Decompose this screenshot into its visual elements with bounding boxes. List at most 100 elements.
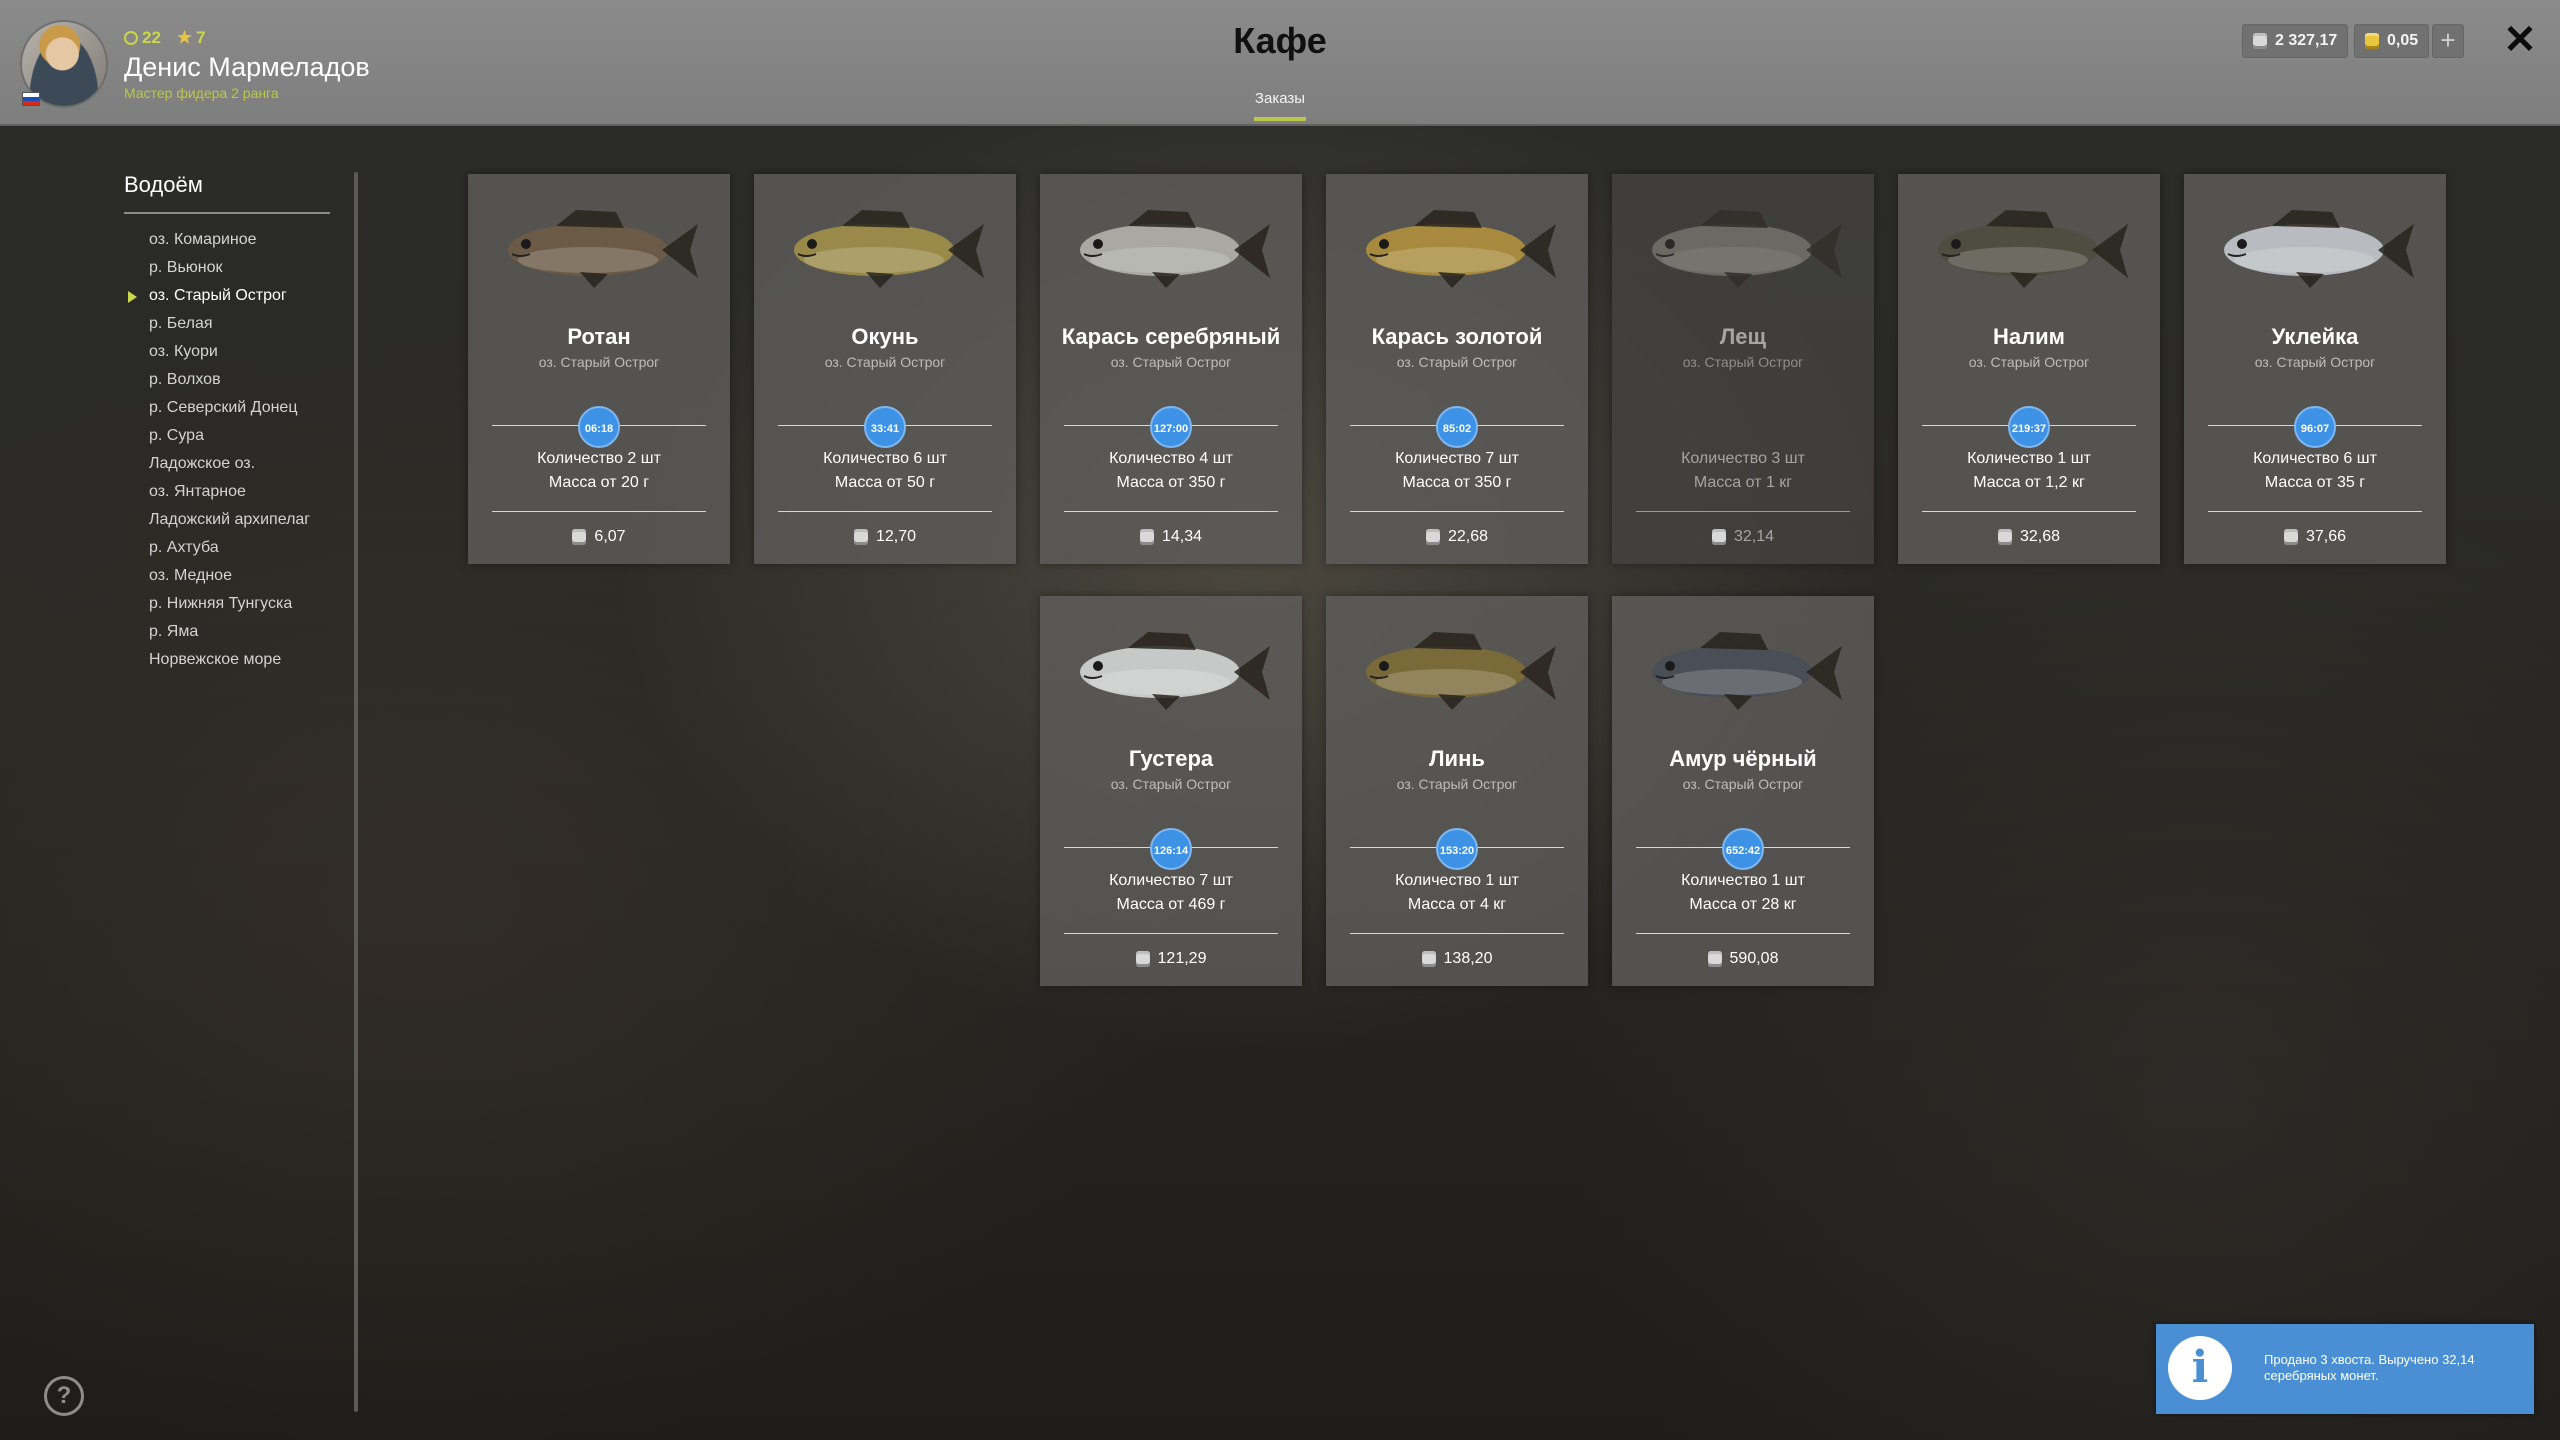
fish-name: Линь [1429, 746, 1485, 771]
order-card[interactable]: Карась золотой оз. Старый Острог 85:02 Коли… [1326, 174, 1588, 564]
tench-fish-icon [1342, 618, 1572, 718]
help-button[interactable]: ? [44, 1376, 84, 1416]
order-timer: 652:42 [1722, 828, 1764, 870]
order-card[interactable]: Амур чёрный оз. Старый Острог 652:42 Количе… [1612, 596, 1874, 986]
divider [492, 511, 706, 512]
info-icon: i [2168, 1336, 2232, 1400]
silver-amount: 2 327,17 [2275, 32, 2338, 49]
order-reward: 121,29 [1040, 950, 1302, 968]
fish-min-mass: Масса от 50 г [834, 474, 936, 491]
reward-amount: 6,07 [594, 528, 626, 545]
fish-name: Амур чёрный [1669, 746, 1817, 771]
fish-min-mass: Масса от 28 кг [1689, 896, 1797, 913]
gold-coin-icon [2365, 33, 2379, 49]
order-card[interactable]: Налим оз. Старый Острог 219:37 Количество 1… [1898, 174, 2160, 564]
divider [1636, 511, 1850, 512]
order-reward: 32,68 [1898, 528, 2160, 546]
divider [778, 511, 992, 512]
fish-location: оз. Старый Острог [1396, 776, 1518, 792]
fish-name: Окунь [851, 324, 919, 349]
notification-toast[interactable]: i Продано 3 хвоста. Выручено 32,14 сереб… [2156, 1324, 2534, 1414]
fish-name: Карась серебряный [1061, 324, 1281, 349]
order-card[interactable]: Уклейка оз. Старый Острог 96:07 Количество … [2184, 174, 2446, 564]
sidebar-scrollbar[interactable] [354, 172, 358, 1412]
sidebar-item[interactable]: р. Волхов [124, 366, 330, 394]
rotan-fish-icon [484, 196, 714, 296]
russia-flag-icon [22, 92, 40, 106]
fish-quantity: Количество 6 шт [2253, 450, 2377, 467]
fish-location: оз. Старый Острог [1396, 354, 1518, 370]
add-gold-button[interactable]: + [2432, 24, 2464, 58]
silver-coin-icon [1421, 951, 1436, 967]
sidebar-item[interactable]: Ладожский архипелаг [124, 506, 330, 534]
tab-orders[interactable]: Заказы [1230, 90, 1330, 107]
sidebar-item[interactable]: р. Яма [124, 618, 330, 646]
sidebar-item[interactable]: р. Ахтуба [124, 534, 330, 562]
fish-location: оз. Старый Острог [1110, 354, 1232, 370]
page-title: Кафе [1233, 20, 1327, 61]
order-reward: 590,08 [1612, 950, 1874, 968]
fish-name: Ротан [567, 324, 631, 349]
sidebar-item[interactable]: р. Вьюнок [124, 254, 330, 282]
bleak-fish-icon [2200, 196, 2430, 296]
silver-coin-icon [2283, 529, 2298, 545]
divider [1064, 933, 1278, 934]
reward-amount: 138,20 [1443, 950, 1493, 967]
order-reward: 6,07 [468, 528, 730, 546]
perch-fish-icon [770, 196, 1000, 296]
sidebar-item[interactable]: оз. Медное [124, 562, 330, 590]
sidebar-item[interactable]: р. Северский Донец [124, 394, 330, 422]
reward-amount: 22,68 [1447, 528, 1489, 545]
order-card[interactable]: Ротан оз. Старый Острог 06:18 Количество 2 … [468, 174, 730, 564]
sidebar-item[interactable]: р. Сура [124, 422, 330, 450]
fish-min-mass: Масса от 35 г [2264, 474, 2366, 491]
reward-amount: 121,29 [1157, 950, 1207, 967]
order-reward: 14,34 [1040, 528, 1302, 546]
silver-carp-fish-icon [1056, 196, 1286, 296]
sidebar-item[interactable]: оз. Комариное [124, 226, 330, 254]
fish-location: оз. Старый Острог [1110, 776, 1232, 792]
divider [1350, 511, 1564, 512]
sidebar-item[interactable]: р. Белая [124, 310, 330, 338]
fish-name: Лещ [1719, 324, 1767, 349]
silver-coin-icon [1711, 529, 1726, 545]
order-timer: 96:07 [2294, 406, 2336, 448]
sidebar-item[interactable]: Ладожское оз. [124, 450, 330, 478]
reward-amount: 14,34 [1161, 528, 1203, 545]
reward-amount: 590,08 [1729, 950, 1779, 967]
order-card[interactable]: Карась серебряный оз. Старый Острог 127:00… [1040, 174, 1302, 564]
sidebar-item[interactable]: р. Нижняя Тунгуска [124, 590, 330, 618]
fish-quantity: Количество 4 шт [1109, 450, 1233, 467]
sidebar-item[interactable]: Норвежское море [124, 646, 330, 674]
order-timer: 219:37 [2008, 406, 2050, 448]
fish-min-mass: Масса от 350 г [1116, 474, 1226, 491]
fish-quantity: Количество 3 шт [1681, 450, 1805, 467]
order-timer: 33:41 [864, 406, 906, 448]
reward-amount: 37,66 [2305, 528, 2347, 545]
silver-coin-icon [1997, 529, 2012, 545]
active-tab-indicator [1254, 117, 1306, 121]
fish-min-mass: Масса от 1,2 кг [1973, 474, 2085, 491]
sidebar-item[interactable]: оз. Старый Острог [124, 282, 330, 310]
order-timer: 127:00 [1150, 406, 1192, 448]
order-card[interactable]: Окунь оз. Старый Острог 33:41 Количество 6 … [754, 174, 1016, 564]
fish-quantity: Количество 1 шт [1967, 450, 2091, 467]
order-card[interactable]: Лещ оз. Старый Острог Количество 3 шт Масса… [1612, 174, 1874, 564]
order-card[interactable]: Густера оз. Старый Острог 126:14 Количество… [1040, 596, 1302, 986]
reward-amount: 32,14 [1733, 528, 1775, 545]
divider [1922, 511, 2136, 512]
top-bar: 22 ★ 7 Денис Мармеладов Мастер фидера 2 … [0, 0, 2560, 126]
fish-name: Налим [1993, 324, 2065, 349]
burbot-fish-icon [1914, 196, 2144, 296]
order-card[interactable]: Линь оз. Старый Острог 153:20 Количество 1 … [1326, 596, 1588, 986]
waterbody-sidebar: Водоём оз. Комариное р. Вьюнок оз. Старый … [124, 172, 330, 674]
fish-location: оз. Старый Острог [1968, 354, 2090, 370]
sidebar-item[interactable]: оз. Куори [124, 338, 330, 366]
fish-quantity: Количество 1 шт [1395, 872, 1519, 889]
order-timer: 06:18 [578, 406, 620, 448]
close-button[interactable]: ✕ [2500, 18, 2540, 62]
fish-min-mass: Масса от 4 кг [1407, 896, 1507, 913]
silver-bream-fish-icon [1056, 618, 1286, 718]
sidebar-item[interactable]: оз. Янтарное [124, 478, 330, 506]
player-rank: Мастер фидера 2 ранга [124, 85, 279, 101]
